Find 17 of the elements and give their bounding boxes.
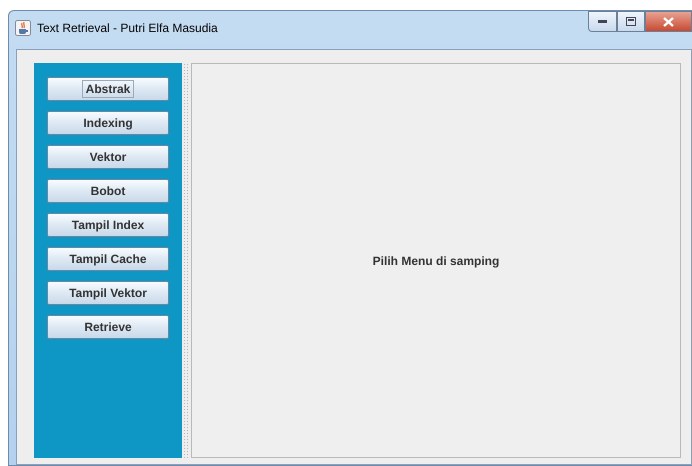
menu-button[interactable]: Tampil Vektor bbox=[47, 281, 169, 305]
close-button[interactable] bbox=[645, 11, 692, 32]
minimize-icon bbox=[598, 20, 607, 23]
menu-button[interactable]: Retrieve bbox=[47, 315, 169, 339]
placeholder-message: Pilih Menu di samping bbox=[372, 254, 500, 268]
menu-button[interactable]: Abstrak bbox=[47, 77, 169, 101]
window-title: Text Retrieval - Putri Elfa Masudia bbox=[37, 21, 219, 35]
menu-button[interactable]: Bobot bbox=[47, 179, 169, 203]
maximize-icon bbox=[626, 17, 636, 26]
menu-button[interactable]: Indexing bbox=[47, 111, 169, 135]
menu-button[interactable]: Vektor bbox=[47, 145, 169, 169]
java-cup-icon bbox=[15, 20, 31, 36]
maximize-button[interactable] bbox=[617, 11, 645, 32]
minimize-button[interactable] bbox=[588, 11, 617, 32]
menu-button[interactable]: Tampil Cache bbox=[47, 247, 169, 271]
menu-button[interactable]: Tampil Index bbox=[47, 213, 169, 237]
close-icon bbox=[663, 16, 674, 26]
